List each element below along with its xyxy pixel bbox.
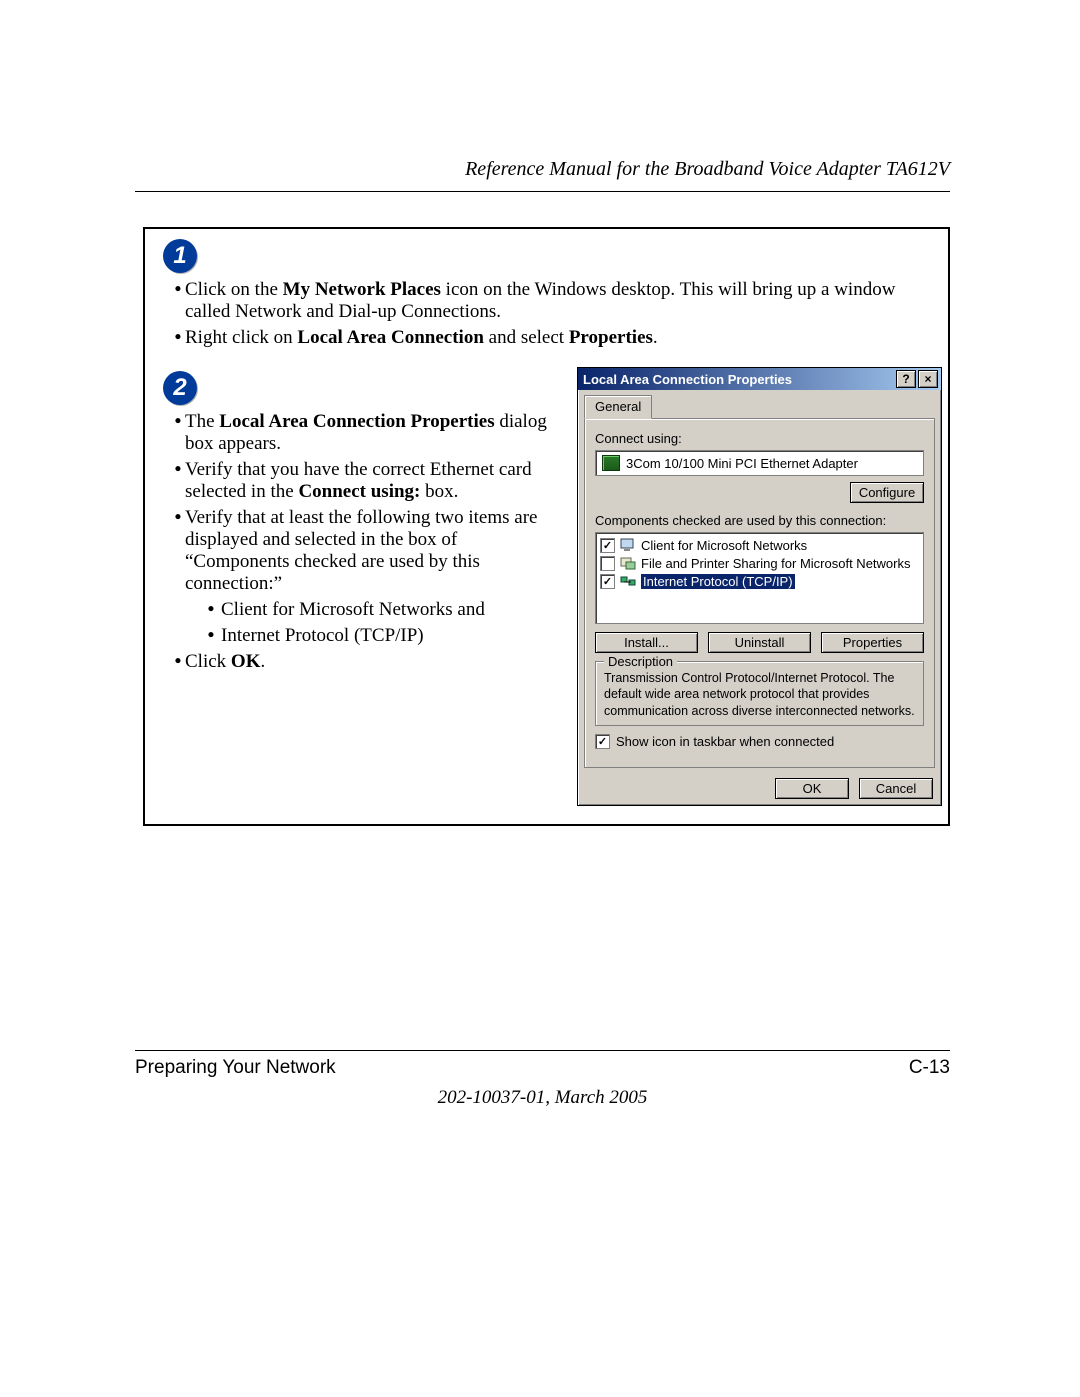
text: Client for Microsoft Networks and: [221, 599, 565, 621]
text: The: [185, 411, 219, 432]
bullet-dot-icon: [201, 599, 221, 621]
bullet-dot-icon: [171, 459, 185, 503]
step2-bullet-3: Verify that at least the following two i…: [171, 507, 565, 595]
footer-doc-id: 202-10037-01, March 2005: [135, 1087, 950, 1109]
bullet-dot-icon: [201, 625, 221, 647]
step2-bullet-4: Click OK.: [171, 651, 565, 673]
step-1-section: 1 Click on the My Network Places icon on…: [145, 239, 948, 361]
footer-rule: [135, 1050, 950, 1051]
dialog-titlebar[interactable]: Local Area Connection Properties ? ×: [578, 368, 941, 390]
bold-text: Properties: [569, 327, 653, 348]
list-item[interactable]: File and Printer Sharing for Microsoft N…: [600, 554, 919, 572]
cancel-button[interactable]: Cancel: [859, 778, 933, 799]
dialog-title: Local Area Connection Properties: [581, 372, 792, 387]
lan-properties-dialog: Local Area Connection Properties ? × Gen…: [577, 367, 942, 806]
bullet-dot-icon: [171, 327, 185, 349]
checkbox-icon[interactable]: ✓: [600, 538, 615, 553]
footer-page-number: C-13: [909, 1057, 950, 1079]
description-text: Transmission Control Protocol/Internet P…: [604, 670, 915, 719]
bold-text: Local Area Connection: [297, 327, 483, 348]
text: Click on the: [185, 279, 283, 300]
close-button[interactable]: ×: [918, 370, 938, 388]
step2-sub-bullet-2: Internet Protocol (TCP/IP): [201, 625, 565, 647]
text: Verify that at least the following two i…: [185, 507, 565, 595]
list-item[interactable]: ✓ Internet Protocol (TCP/IP): [600, 572, 919, 590]
text: Internet Protocol (TCP/IP): [221, 625, 565, 647]
description-group: Description Transmission Control Protoco…: [595, 661, 924, 726]
instruction-panel: 1 Click on the My Network Places icon on…: [143, 227, 950, 826]
bold-text: OK: [231, 651, 261, 672]
text: box.: [420, 481, 458, 502]
protocol-icon: [620, 573, 636, 589]
bullet-dot-icon: [171, 507, 185, 595]
bold-text: My Network Places: [283, 279, 441, 300]
text: .: [260, 651, 265, 672]
step2-bullet-2: Verify that you have the correct Etherne…: [171, 459, 565, 503]
step1-bullet-1: Click on the My Network Places icon on t…: [171, 279, 942, 323]
text: Click: [185, 651, 231, 672]
client-icon: [620, 537, 636, 553]
show-icon-label: Show icon in taskbar when connected: [616, 734, 834, 749]
text: and select: [484, 327, 569, 348]
components-label: Components checked are used by this conn…: [595, 513, 924, 528]
step-2-section: 2 The Local Area Connection Properties d…: [145, 361, 948, 824]
bullet-dot-icon: [171, 651, 185, 673]
text: .: [653, 327, 658, 348]
step-1-badge: 1: [163, 239, 197, 273]
components-listbox[interactable]: ✓ Client for Microsoft Networks: [595, 532, 924, 624]
step2-bullet-1: The Local Area Connection Properties dia…: [171, 411, 565, 455]
step1-bullet-2: Right click on Local Area Connection and…: [171, 327, 942, 349]
nic-icon: [602, 455, 620, 471]
tab-general-page: Connect using: 3Com 10/100 Mini PCI Ethe…: [584, 418, 935, 768]
ok-button[interactable]: OK: [775, 778, 849, 799]
adapter-field[interactable]: 3Com 10/100 Mini PCI Ethernet Adapter: [595, 450, 924, 476]
checkbox-icon[interactable]: ✓: [595, 734, 610, 749]
page-footer: Preparing Your Network C-13 202-10037-01…: [135, 1050, 950, 1109]
footer-section-title: Preparing Your Network: [135, 1057, 336, 1079]
configure-button[interactable]: Configure: [850, 482, 924, 503]
bold-text: Connect using:: [298, 481, 420, 502]
checkbox-icon[interactable]: [600, 556, 615, 571]
help-button[interactable]: ?: [896, 370, 916, 388]
list-item-label: Client for Microsoft Networks: [641, 538, 807, 553]
show-icon-checkbox-row[interactable]: ✓ Show icon in taskbar when connected: [595, 734, 924, 749]
list-item-label: File and Printer Sharing for Microsoft N…: [641, 556, 910, 571]
checkbox-icon[interactable]: ✓: [600, 574, 615, 589]
uninstall-button[interactable]: Uninstall: [708, 632, 811, 653]
header-rule: [135, 191, 950, 192]
bullet-dot-icon: [171, 279, 185, 323]
list-item-label: Internet Protocol (TCP/IP): [641, 574, 795, 589]
step-2-badge: 2: [163, 371, 197, 405]
share-icon: [620, 555, 636, 571]
adapter-name: 3Com 10/100 Mini PCI Ethernet Adapter: [626, 456, 858, 471]
description-legend: Description: [604, 654, 677, 669]
bold-text: Local Area Connection Properties: [219, 411, 494, 432]
list-item[interactable]: ✓ Client for Microsoft Networks: [600, 536, 919, 554]
step2-sub-bullet-1: Client for Microsoft Networks and: [201, 599, 565, 621]
text: Right click on: [185, 327, 297, 348]
connect-using-label: Connect using:: [595, 431, 924, 446]
install-button[interactable]: Install...: [595, 632, 698, 653]
page-header-title: Reference Manual for the Broadband Voice…: [135, 158, 950, 181]
properties-button[interactable]: Properties: [821, 632, 924, 653]
tab-general[interactable]: General: [584, 395, 652, 419]
bullet-dot-icon: [171, 411, 185, 455]
